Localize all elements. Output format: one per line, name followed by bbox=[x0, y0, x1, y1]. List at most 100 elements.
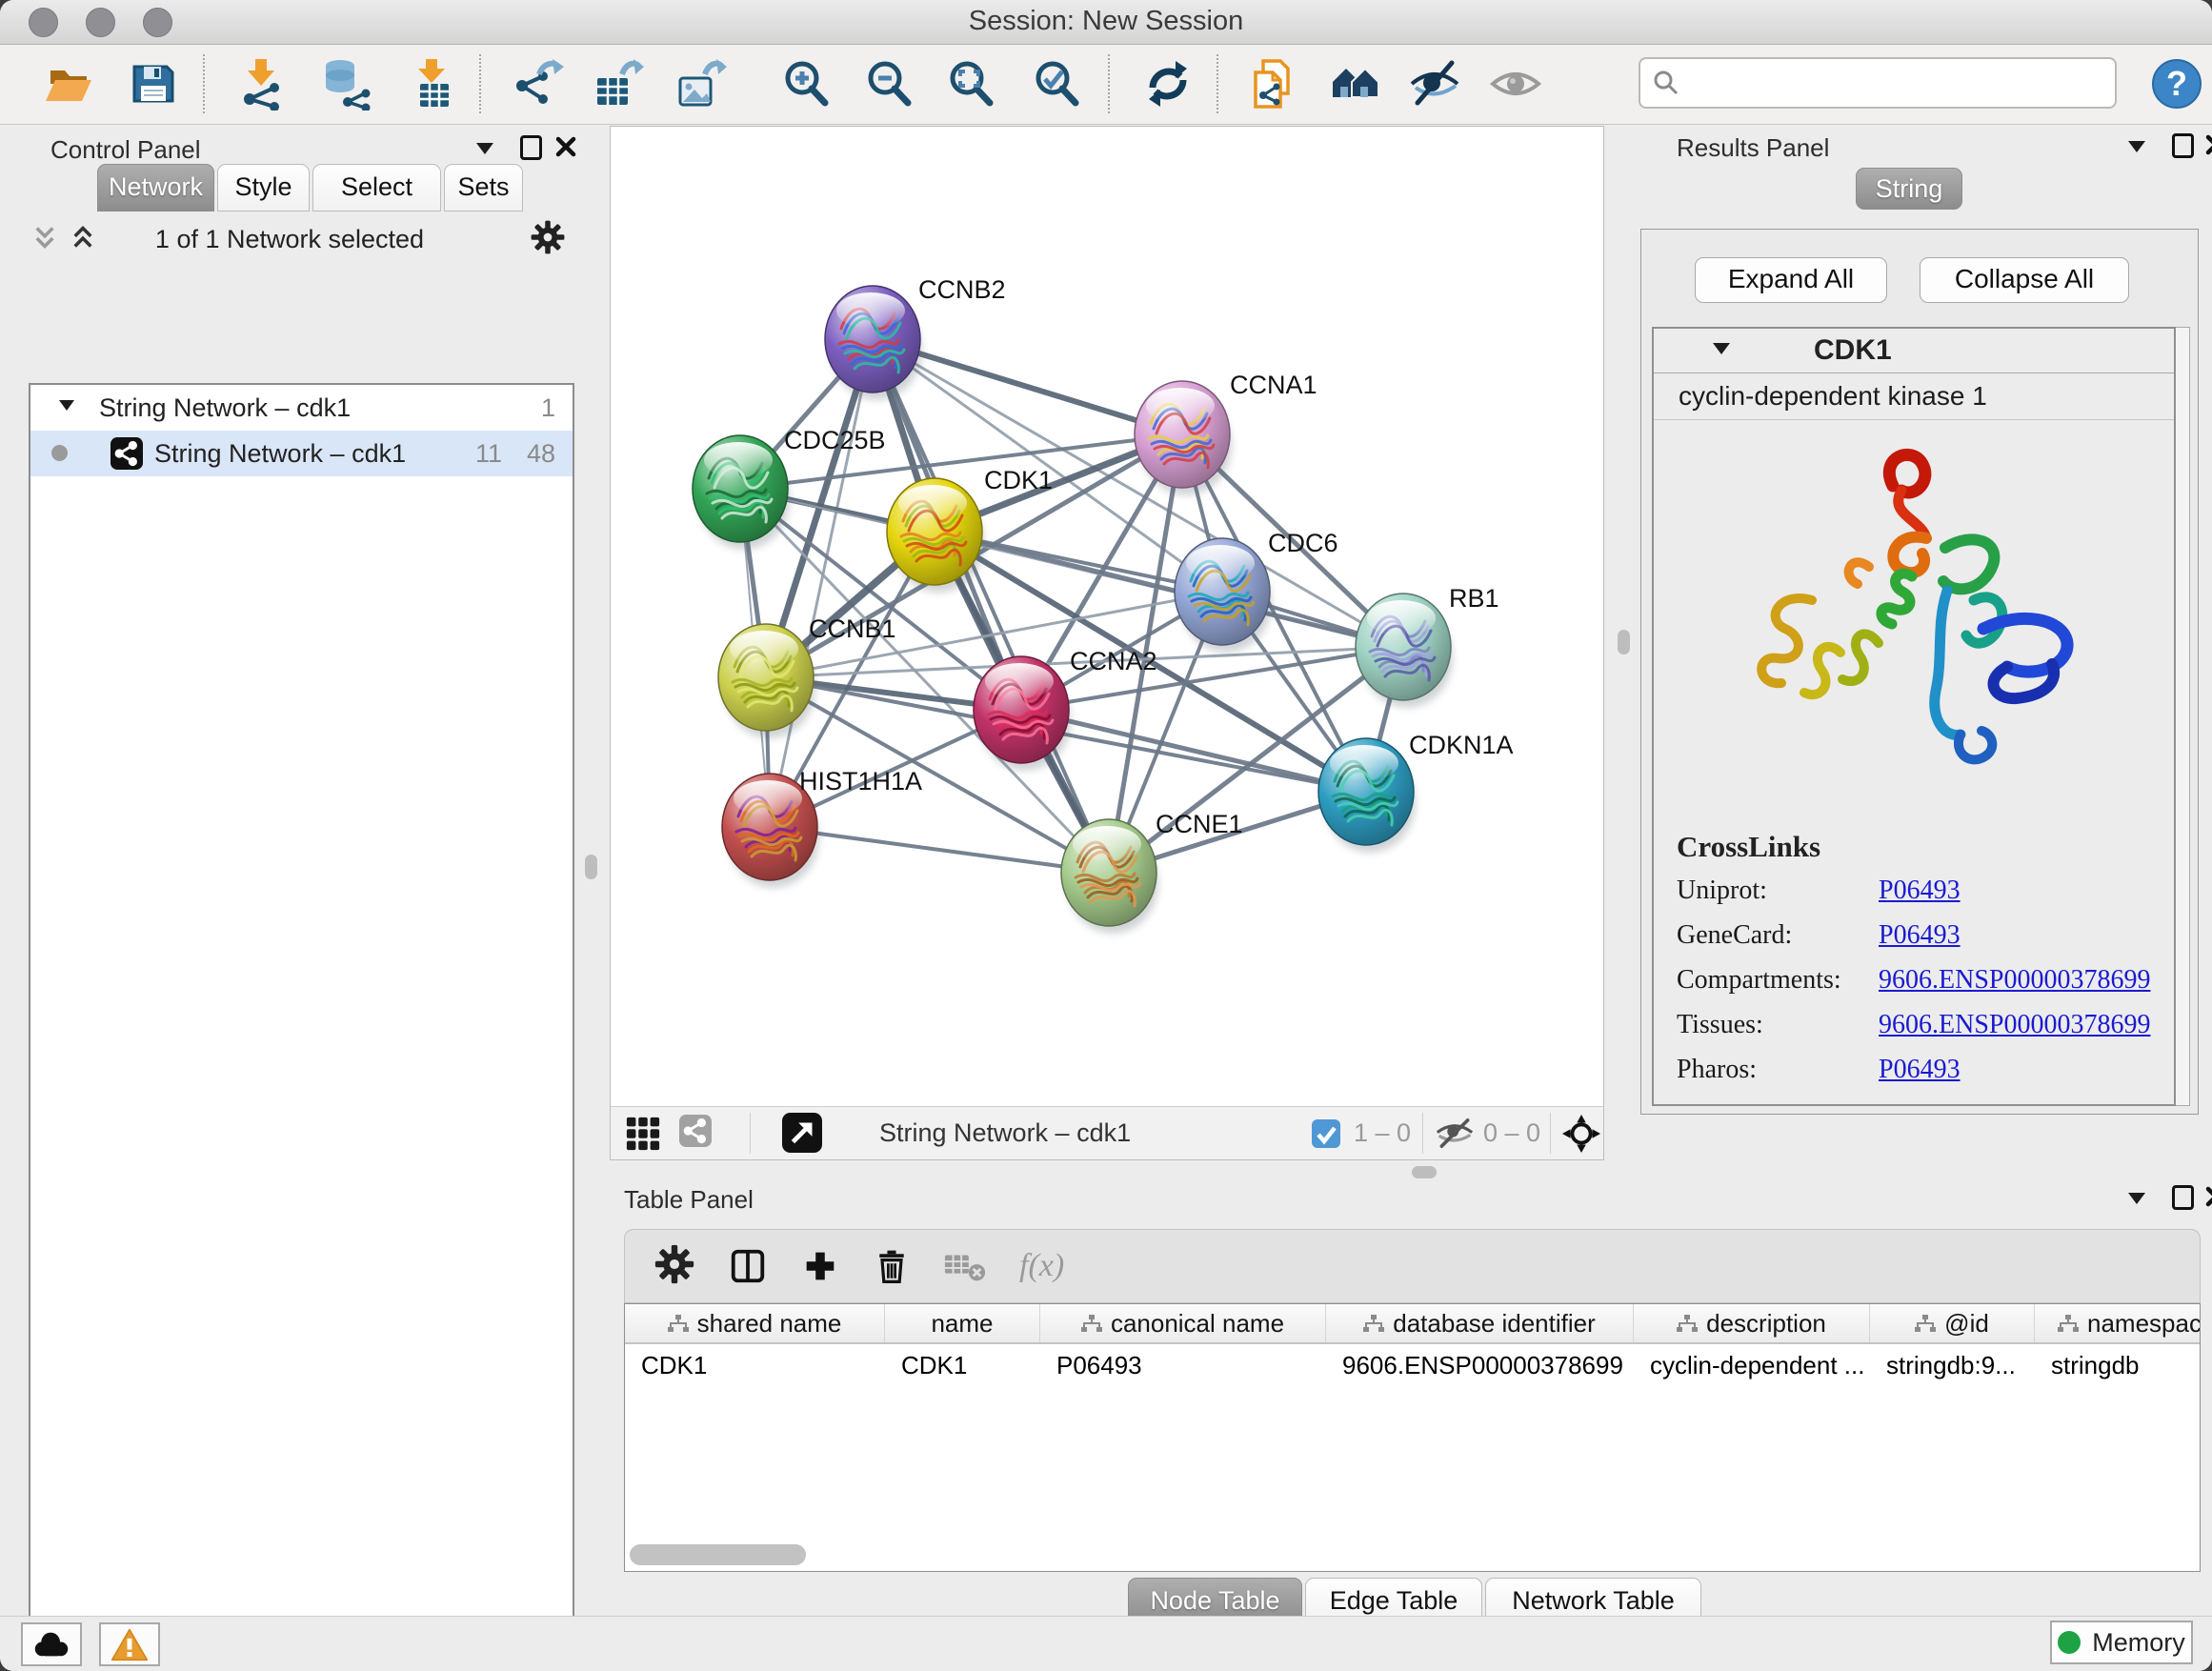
zoom-in-button[interactable] bbox=[778, 56, 834, 111]
warnings-button[interactable] bbox=[99, 1622, 160, 1666]
network-node-ccnb2[interactable] bbox=[825, 286, 922, 400]
network-node-cdk1[interactable] bbox=[887, 478, 984, 593]
zoom-selected-button[interactable] bbox=[1029, 56, 1084, 111]
grid-view-icon[interactable] bbox=[625, 1116, 661, 1152]
splitter-handle[interactable] bbox=[585, 855, 597, 879]
expand-all-button[interactable]: Expand All bbox=[1695, 257, 1887, 303]
crosslink-link[interactable]: P06493 bbox=[1879, 920, 1961, 951]
import-network-icon bbox=[234, 57, 288, 111]
crosslink-link[interactable]: 9606.ENSP00000378699 bbox=[1879, 1010, 2150, 1040]
gene-section-header[interactable]: CDK1 bbox=[1654, 329, 2174, 373]
network-row-selected[interactable]: String Network – cdk1 11 48 bbox=[30, 431, 573, 476]
column-label: name bbox=[931, 1309, 993, 1339]
panel-menu-icon[interactable] bbox=[2128, 141, 2145, 161]
crosslink-link[interactable]: P06493 bbox=[1879, 1055, 1961, 1085]
import-network-database-button[interactable] bbox=[318, 56, 373, 111]
open-session-button[interactable] bbox=[40, 56, 95, 111]
crosslink-label: GeneCard: bbox=[1677, 920, 1879, 951]
save-session-button[interactable] bbox=[126, 56, 181, 111]
duplicate-network-button[interactable] bbox=[1245, 56, 1300, 111]
network-node-rb1[interactable] bbox=[1356, 594, 1453, 708]
network-node-ccna1[interactable] bbox=[1135, 381, 1232, 495]
float-panel-icon[interactable] bbox=[2172, 1185, 2194, 1210]
tab-style[interactable]: Style bbox=[217, 164, 310, 211]
import-network-button[interactable] bbox=[233, 56, 289, 111]
columns-icon[interactable] bbox=[728, 1246, 768, 1286]
network-node-cdc6[interactable] bbox=[1175, 538, 1272, 653]
hidden-eye-slash-icon[interactable] bbox=[1436, 1117, 1474, 1149]
column-header-canonical-name[interactable]: canonical name bbox=[1040, 1304, 1326, 1342]
close-panel-icon[interactable] bbox=[2205, 1186, 2212, 1207]
float-panel-icon[interactable] bbox=[2172, 133, 2194, 158]
column-header-database-identifier[interactable]: database identifier bbox=[1326, 1304, 1634, 1342]
table-row[interactable]: CDK1CDK1P064939606.ENSP00000378699cyclin… bbox=[625, 1344, 2200, 1386]
birdseye-crosshair-icon[interactable] bbox=[1561, 1114, 1601, 1154]
network-node-cdc25b[interactable] bbox=[693, 435, 790, 550]
crosslink-label: Compartments: bbox=[1677, 965, 1879, 996]
add-column-icon[interactable] bbox=[800, 1246, 840, 1286]
show-all-button[interactable] bbox=[1488, 56, 1543, 111]
splitter-handle[interactable] bbox=[1618, 630, 1630, 654]
tree-expand-icon[interactable] bbox=[59, 400, 74, 418]
tab-network[interactable]: Network bbox=[97, 164, 214, 211]
memory-button[interactable]: Memory bbox=[2050, 1621, 2193, 1664]
close-panel-icon[interactable] bbox=[555, 136, 576, 157]
collapse-all-button[interactable]: Collapse All bbox=[1920, 257, 2129, 303]
detach-view-icon[interactable] bbox=[782, 1113, 822, 1153]
crosslink-row: GeneCard:P06493 bbox=[1677, 913, 2174, 957]
zoom-fit-button[interactable] bbox=[943, 56, 998, 111]
column-header-name[interactable]: name bbox=[885, 1304, 1040, 1342]
crosslink-label: Tissues: bbox=[1677, 1010, 1879, 1040]
export-network-button[interactable] bbox=[510, 56, 565, 111]
import-table-button[interactable] bbox=[404, 56, 459, 111]
zoom-out-icon bbox=[862, 57, 915, 111]
network-node-ccnb1[interactable] bbox=[718, 624, 815, 738]
table-cell: 9606.ENSP00000378699 bbox=[1326, 1344, 1634, 1386]
table-cell: stringdb:9... bbox=[1870, 1344, 2035, 1386]
results-scrollbar[interactable] bbox=[2174, 327, 2190, 1106]
function-builder-button[interactable]: f(x) bbox=[1019, 1248, 1064, 1284]
network-svg: CCNB2CCNA1CDC25BCDK1CDC6RB1CCNB1CCNA2CDK… bbox=[611, 127, 1603, 1108]
search-input[interactable] bbox=[1639, 57, 2117, 109]
close-panel-icon[interactable] bbox=[2205, 134, 2212, 155]
zoom-out-button[interactable] bbox=[861, 56, 916, 111]
node-label-ccnb2: CCNB2 bbox=[918, 275, 1006, 304]
hide-selected-button[interactable] bbox=[1407, 56, 1462, 111]
gear-icon[interactable] bbox=[654, 1243, 695, 1290]
network-collection-row[interactable]: String Network – cdk1 1 bbox=[30, 385, 573, 431]
edge-HIST1H1A-CCNE1[interactable] bbox=[770, 827, 1109, 873]
titlebar[interactable]: Session: New Session bbox=[0, 0, 2212, 45]
crosslink-link[interactable]: P06493 bbox=[1879, 876, 1961, 906]
gene-description: cyclin-dependent kinase 1 bbox=[1679, 381, 1987, 412]
network-canvas[interactable]: CCNB2CCNA1CDC25BCDK1CDC6RB1CCNB1CCNA2CDK… bbox=[611, 127, 1603, 1108]
selected-checkbox-icon[interactable] bbox=[1312, 1119, 1340, 1148]
first-neighbors-button[interactable] bbox=[1328, 56, 1383, 111]
column-header-shared-name[interactable]: shared name bbox=[625, 1304, 885, 1342]
crosslink-link[interactable]: 9606.ENSP00000378699 bbox=[1879, 965, 2150, 996]
update-network-button[interactable] bbox=[1140, 56, 1196, 111]
network-node-cdkn1a[interactable] bbox=[1318, 738, 1416, 853]
section-collapse-icon[interactable] bbox=[1713, 343, 1730, 363]
export-image-button[interactable] bbox=[674, 56, 729, 111]
horizontal-scrollbar-thumb[interactable] bbox=[630, 1544, 806, 1565]
tab-select[interactable]: Select bbox=[312, 164, 441, 211]
column-header-@id[interactable]: @id bbox=[1870, 1304, 2035, 1342]
panel-menu-icon[interactable] bbox=[476, 143, 493, 163]
help-button[interactable]: ? bbox=[2149, 56, 2204, 111]
table-cell: P06493 bbox=[1040, 1344, 1326, 1386]
float-panel-icon[interactable] bbox=[520, 135, 542, 160]
network-node-ccna2[interactable] bbox=[974, 656, 1071, 771]
trash-icon[interactable] bbox=[873, 1246, 911, 1286]
cloud-button[interactable] bbox=[21, 1622, 82, 1666]
panel-menu-icon[interactable] bbox=[2128, 1193, 2145, 1213]
gear-icon[interactable] bbox=[530, 219, 566, 260]
delete-table-icon[interactable] bbox=[943, 1247, 987, 1285]
tab-string[interactable]: String bbox=[1856, 168, 1962, 210]
column-header-namespac[interactable]: namespac bbox=[2035, 1304, 2201, 1342]
tab-sets[interactable]: Sets bbox=[444, 164, 523, 211]
column-header-description[interactable]: description bbox=[1634, 1304, 1870, 1342]
splitter-handle[interactable] bbox=[1412, 1166, 1437, 1178]
network-node-ccne1[interactable] bbox=[1061, 819, 1158, 934]
network-type-icon[interactable] bbox=[679, 1115, 712, 1152]
export-table-button[interactable] bbox=[591, 56, 646, 111]
